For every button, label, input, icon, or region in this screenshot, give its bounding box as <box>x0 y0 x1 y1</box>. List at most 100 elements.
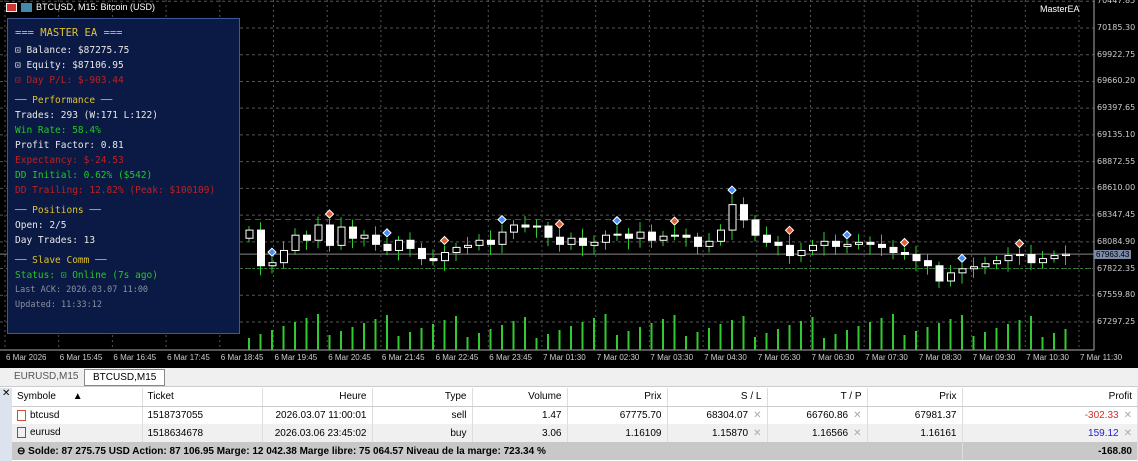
col-tp[interactable]: T / P <box>767 388 868 407</box>
col-current-price[interactable]: Prix <box>867 388 963 407</box>
volume-bar <box>570 326 572 350</box>
expectancy: Expectancy: $-24.53 <box>15 155 124 166</box>
candle-body <box>751 219 760 236</box>
time-tick: 7 Mar 02:30 <box>596 353 640 362</box>
volume-bar <box>742 316 745 350</box>
panel-title: === MASTER EA === <box>15 27 123 39</box>
volume-bar <box>420 328 423 350</box>
close-icon[interactable]: ✕ <box>0 388 12 461</box>
account-summary: Solde: 87 275.75 USD Action: 87 106.95 M… <box>28 445 546 457</box>
collapse-icon[interactable]: ⊖ <box>17 446 28 457</box>
volume-bar <box>282 326 285 350</box>
candle-body <box>843 243 852 247</box>
trades: Trades: 293 (W:171 L:122) <box>15 110 158 121</box>
remove-sl-icon[interactable]: ✕ <box>753 428 761 439</box>
tab-btcusd[interactable]: BTCUSD,M15 <box>84 369 166 386</box>
candle-body <box>912 254 921 262</box>
price-tick: 69397.65 <box>1097 103 1136 113</box>
candle-body <box>521 224 530 228</box>
close-position-icon[interactable]: ✕ <box>1124 410 1132 421</box>
save-icon[interactable] <box>21 2 32 12</box>
candle-body <box>809 244 817 251</box>
volume-bar <box>892 314 894 350</box>
time-tick: 6 Mar 16:45 <box>113 353 157 362</box>
candle-body <box>728 204 737 231</box>
chart-tabs: EURUSD,M15 BTCUSD,M15 <box>0 368 1138 387</box>
volume-bar <box>443 320 446 350</box>
positions-header: ── Positions ── <box>15 205 101 216</box>
volume-bar <box>478 333 480 350</box>
candle-body <box>740 204 748 221</box>
table-row[interactable]: btcusd 1518737055 2026.03.07 11:00:01 sell… <box>12 406 1138 424</box>
volume-bar <box>397 336 400 350</box>
candle-body <box>786 244 794 257</box>
chart-title: BTCUSD, M15: Bitcoin (USD) <box>6 2 155 12</box>
candle-body <box>694 236 702 247</box>
col-type[interactable]: Type <box>372 388 473 407</box>
candle-body <box>395 239 403 251</box>
ea-info-panel: === MASTER EA === ⊡ Balance: $87275.75 ⊡… <box>7 18 240 334</box>
time-tick: 6 Mar 21:45 <box>381 353 425 362</box>
volume-bar <box>489 329 492 350</box>
candle-body <box>878 243 886 248</box>
volume-bar <box>823 338 825 350</box>
col-sl[interactable]: S / L <box>667 388 768 407</box>
price-tick: 70447.85 <box>1097 0 1136 6</box>
time-tick: 7 Mar 04:30 <box>704 353 747 362</box>
candle-body <box>901 251 909 256</box>
tab-eurusd[interactable]: EURUSD,M15 <box>6 369 86 386</box>
trade-marker <box>382 228 392 238</box>
price-tick: 67559.80 <box>1097 290 1136 300</box>
volume-bar <box>317 314 319 350</box>
trade-marker <box>612 215 622 226</box>
price-tick: 68084.90 <box>1097 236 1136 246</box>
volume-bar <box>972 336 975 350</box>
volume-bar <box>915 331 917 350</box>
current-price-label: 67963.43 <box>1094 250 1132 259</box>
close-position-icon[interactable]: ✕ <box>1124 428 1132 439</box>
volume-bar <box>869 322 871 350</box>
volume-bar <box>340 331 342 350</box>
col-profit[interactable]: Profit <box>962 388 1138 407</box>
col-time[interactable]: Heure <box>262 388 373 407</box>
candle-body <box>832 240 840 247</box>
candle-body <box>556 236 564 245</box>
col-volume[interactable]: Volume <box>472 388 568 407</box>
account-summary-row: ⊖ Solde: 87 275.75 USD Action: 87 106.95… <box>12 442 1138 460</box>
col-symbol[interactable]: Symbole ▲ <box>12 388 143 407</box>
updated-time: Updated: 11:33:12 <box>15 300 102 310</box>
candle-body <box>797 249 806 257</box>
volume-bar <box>1064 329 1067 350</box>
table-row[interactable]: eurusd 1518634678 2026.03.06 23:45:02 buy 3… <box>12 424 1138 442</box>
volume-bar <box>535 338 538 350</box>
volume-bar <box>984 332 986 350</box>
menu-icon[interactable] <box>6 2 17 12</box>
candle-body <box>280 249 288 264</box>
volume-bar <box>627 331 630 350</box>
volume-bar <box>593 318 595 350</box>
price-chart[interactable]: BTCUSD, M15: Bitcoin (USD) MasterEA 7044… <box>0 0 1138 368</box>
time-tick: 6 Mar 22:45 <box>435 353 479 362</box>
col-price[interactable]: Prix <box>567 388 668 407</box>
trade-marker <box>439 235 450 246</box>
remove-tp-icon[interactable]: ✕ <box>853 428 861 439</box>
col-ticket[interactable]: Ticket <box>142 388 263 407</box>
remove-sl-icon[interactable]: ✕ <box>753 410 761 421</box>
candle-body <box>924 260 932 267</box>
candle-body <box>671 234 679 237</box>
candle-body <box>360 234 369 239</box>
volume-bar <box>547 334 549 350</box>
time-tick: 6 Mar 18:45 <box>220 353 264 362</box>
candle-body <box>567 237 576 245</box>
candle-body <box>544 225 553 238</box>
volume-bar <box>811 317 814 350</box>
remove-tp-icon[interactable]: ✕ <box>853 410 861 421</box>
day-trades: Day Trades: 13 <box>15 235 96 246</box>
candle-body <box>820 240 829 246</box>
trade-marker <box>554 219 565 229</box>
trade-terminal: ✕ Symbole ▲ Ticket Heure Type Volume Pri… <box>0 388 1138 461</box>
price-tick: 70185.30 <box>1097 23 1136 32</box>
volume-bar <box>271 330 273 350</box>
candle-body <box>418 247 426 260</box>
candle-body <box>245 229 254 239</box>
